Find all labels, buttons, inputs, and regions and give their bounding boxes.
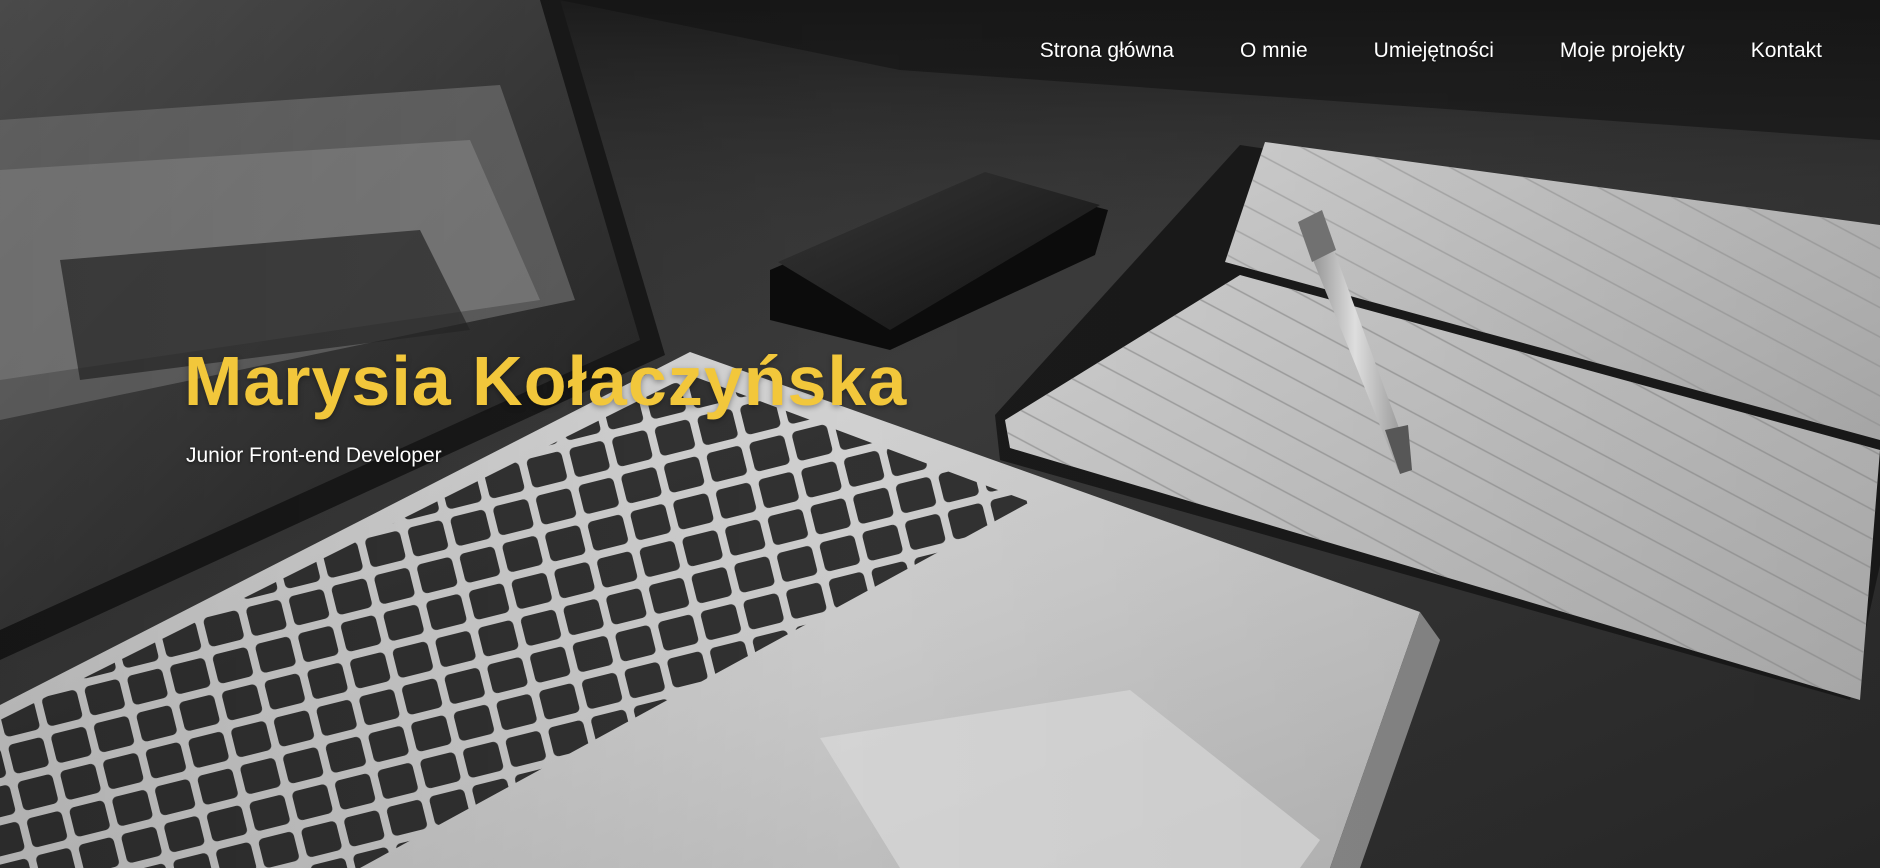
nav-link-skills[interactable]: Umiejętności — [1374, 34, 1494, 68]
nav-link-projects[interactable]: Moje projekty — [1560, 34, 1685, 68]
hero-role: Junior Front-end Developer — [186, 444, 442, 467]
nav-link-about[interactable]: O mnie — [1240, 34, 1308, 68]
nav-link-contact[interactable]: Kontakt — [1751, 34, 1822, 68]
nav-link-home[interactable]: Strona główna — [1040, 34, 1174, 68]
hero-name: Marysia Kołaczyńska — [184, 342, 908, 420]
hero-headline: Marysia Kołaczyńska Junior Front-end Dev… — [184, 338, 907, 470]
hero-section: Strona główna O mnie Umiejętności Moje p… — [0, 0, 1880, 868]
main-navigation: Strona główna O mnie Umiejętności Moje p… — [1040, 34, 1822, 68]
